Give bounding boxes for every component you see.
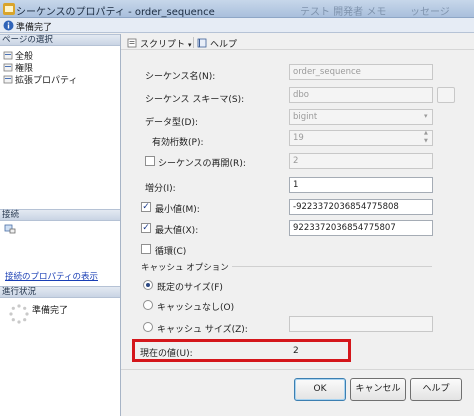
status-text: 準備完了 bbox=[16, 23, 53, 33]
sequence-name-field[interactable]: order_sequence bbox=[289, 64, 433, 80]
restart-value-field[interactable]: 2 bbox=[289, 153, 433, 169]
max-value-checkbox[interactable]: ✓ bbox=[141, 223, 151, 233]
cancel-button[interactable]: キャンセル bbox=[350, 378, 406, 401]
ok-button[interactable]: OK bbox=[294, 378, 346, 401]
progress-spinner-icon bbox=[9, 304, 29, 324]
precision-label: 有効桁数(P): bbox=[152, 138, 204, 148]
info-icon bbox=[3, 20, 14, 31]
group-separator bbox=[232, 266, 432, 267]
cache-default-label: 既定のサイズ(F) bbox=[157, 283, 223, 293]
select-page-header: ページの選択 bbox=[0, 34, 120, 46]
button-separator bbox=[121, 369, 474, 370]
max-value-field[interactable]: 9223372036854775807 bbox=[289, 220, 433, 236]
progress-header: 進行状況 bbox=[0, 286, 120, 298]
checkmark-icon: ✓ bbox=[142, 223, 150, 233]
help-book-icon bbox=[197, 38, 207, 48]
checkmark-icon: ✓ bbox=[142, 202, 150, 212]
left-pane bbox=[0, 34, 121, 416]
spinner-down-icon: ▼ bbox=[424, 138, 428, 144]
cache-size-field[interactable] bbox=[289, 316, 433, 332]
data-type-dropdown[interactable]: bigint bbox=[289, 109, 433, 125]
schema-browse-button[interactable] bbox=[437, 87, 455, 103]
background-window-text: テスト 開発者 メモ bbox=[300, 7, 387, 18]
sequence-name-label: シーケンス名(N): bbox=[145, 72, 216, 82]
restart-checkbox[interactable] bbox=[145, 156, 155, 166]
server-connection-icon bbox=[4, 224, 16, 234]
cycle-checkbox[interactable] bbox=[141, 244, 151, 254]
page-icon bbox=[3, 51, 13, 60]
cache-size-radio[interactable] bbox=[143, 322, 153, 332]
page-item-label: 拡張プロパティ bbox=[15, 76, 78, 86]
page-item-extended-properties[interactable]: 拡張プロパティ bbox=[3, 73, 77, 86]
page-icon bbox=[3, 75, 13, 84]
toolbar-divider bbox=[193, 37, 194, 48]
toolbar-separator bbox=[121, 49, 474, 50]
cycle-label: 循環(C) bbox=[155, 247, 187, 257]
cache-size-label: キャッシュ サイズ(Z): bbox=[157, 325, 248, 335]
page-icon bbox=[3, 63, 13, 72]
help-button[interactable]: ヘルプ bbox=[410, 378, 462, 401]
restart-label: シーケンスの再開(R): bbox=[158, 159, 246, 169]
chevron-down-icon: ▾ bbox=[424, 112, 428, 120]
progress-status-text: 準備完了 bbox=[32, 306, 69, 316]
cache-none-radio[interactable] bbox=[143, 300, 153, 310]
min-value-checkbox[interactable]: ✓ bbox=[141, 202, 151, 212]
increment-label: 増分(I): bbox=[145, 184, 176, 194]
spinner-up-icon: ▲ bbox=[424, 130, 428, 136]
sequence-schema-label: シーケンス スキーマ(S): bbox=[145, 95, 245, 105]
chevron-down-icon: ▾ bbox=[188, 41, 192, 49]
background-window-text-2: ッセージ bbox=[410, 7, 450, 18]
connection-header: 接続 bbox=[0, 209, 120, 221]
cache-default-radio[interactable] bbox=[143, 280, 153, 290]
data-type-label: データ型(D): bbox=[145, 118, 198, 128]
data-type-value: bigint bbox=[293, 112, 318, 122]
increment-field[interactable]: 1 bbox=[289, 177, 433, 193]
min-value-field[interactable]: -9223372036854775808 bbox=[289, 199, 433, 215]
view-connection-properties-link[interactable]: 接続のプロパティの表示 bbox=[5, 270, 98, 282]
script-icon bbox=[127, 38, 137, 48]
sequence-schema-field[interactable]: dbo bbox=[289, 87, 433, 103]
precision-field[interactable]: 19 bbox=[289, 130, 433, 146]
cache-options-group-label: キャッシュ オプション bbox=[141, 263, 229, 273]
cache-none-label: キャッシュなし(O) bbox=[157, 303, 235, 313]
status-strip bbox=[0, 18, 474, 33]
window-title: シーケンスのプロパティ - order_sequence bbox=[16, 7, 215, 18]
highlight-box bbox=[132, 339, 351, 362]
max-value-label: 最大値(X): bbox=[155, 226, 199, 236]
min-value-label: 最小値(M): bbox=[155, 205, 200, 215]
sql-server-app-icon bbox=[3, 3, 15, 15]
